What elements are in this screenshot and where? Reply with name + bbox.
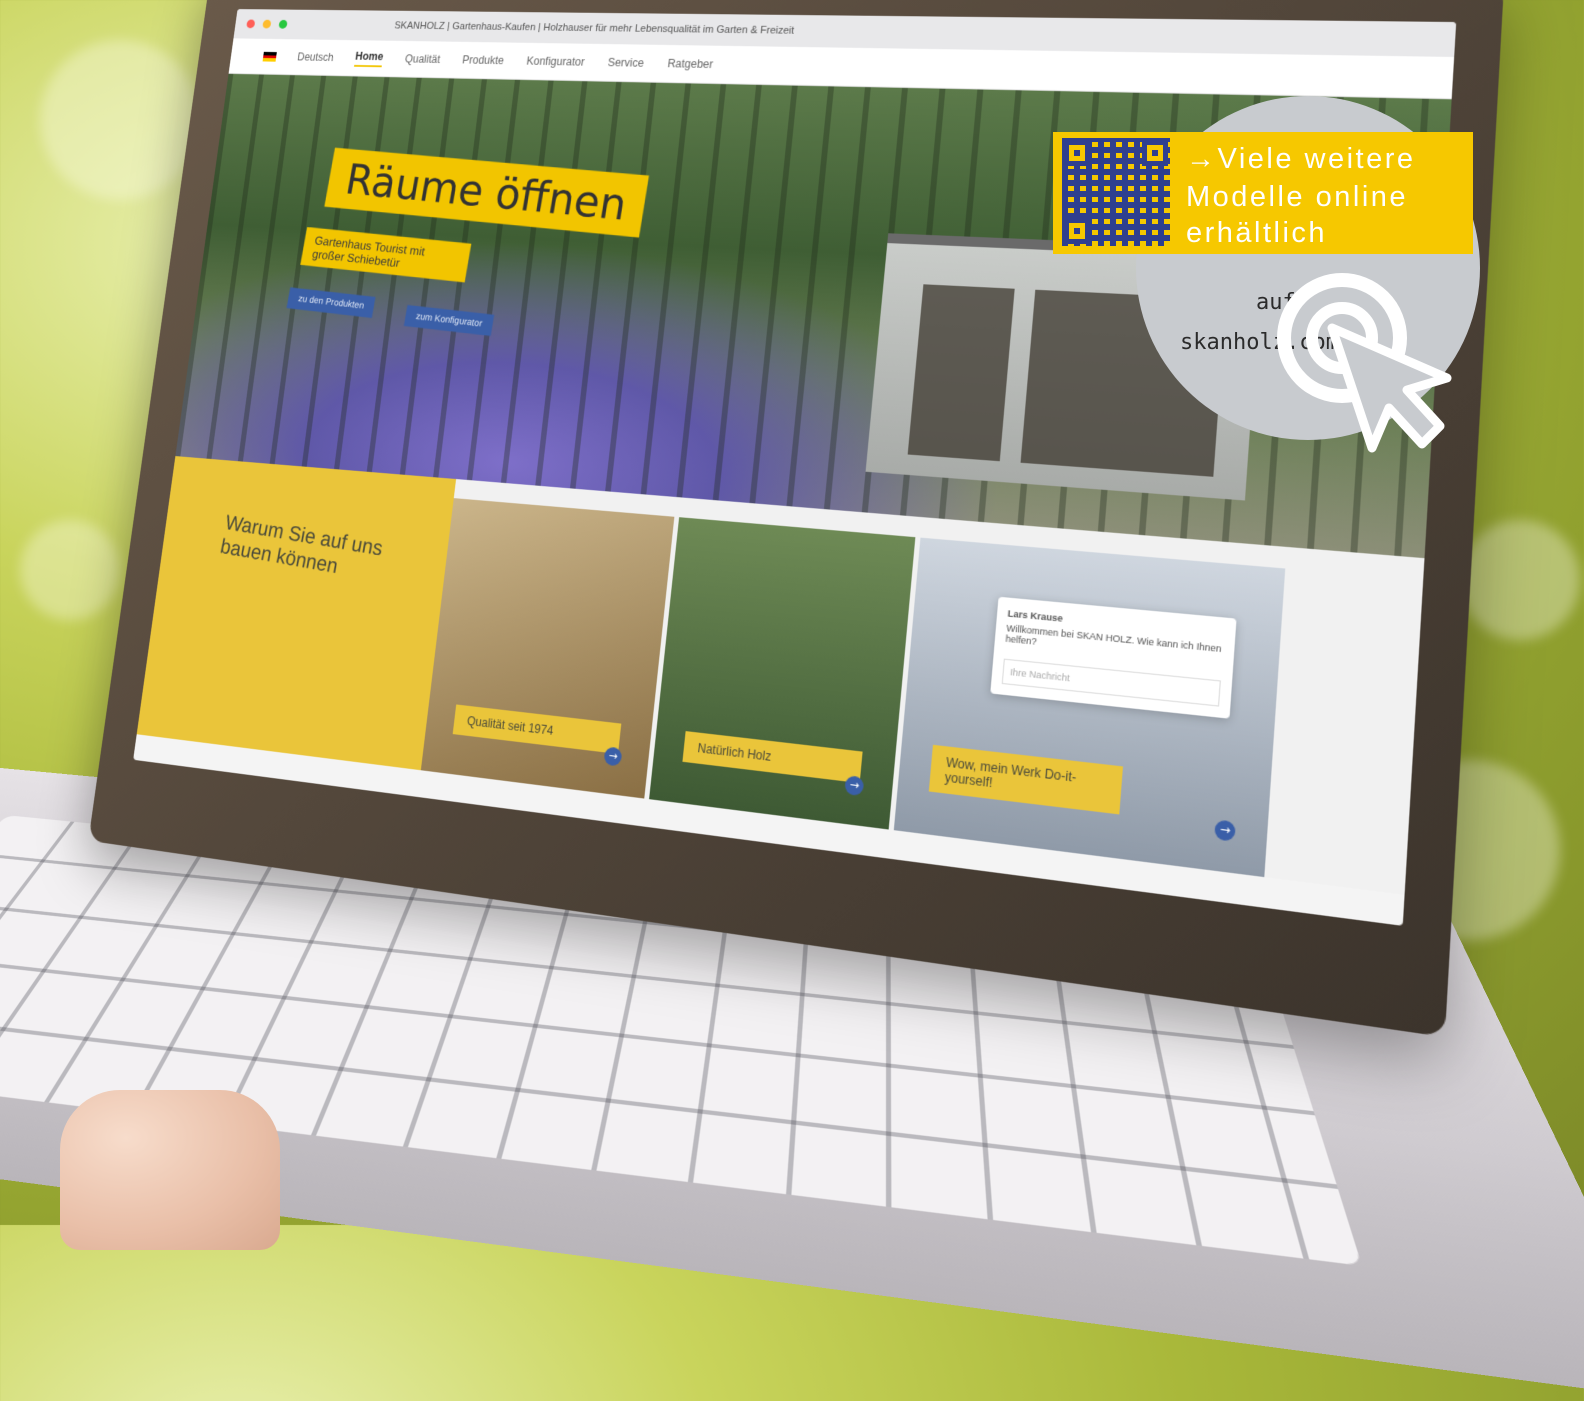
- promo-line-2: Modelle online: [1186, 181, 1409, 213]
- nav-item-qualitaet[interactable]: Qualität: [404, 53, 441, 66]
- arrow-right-icon[interactable]: →: [1214, 819, 1236, 842]
- tile-label: Wow, mein Werk Do-it-yourself!: [928, 744, 1123, 815]
- qr-code-icon[interactable]: [1062, 138, 1170, 246]
- hand-fingers: [60, 1090, 280, 1250]
- nav-item-ratgeber[interactable]: Ratgeber: [667, 57, 714, 71]
- window-maximize-icon[interactable]: [278, 19, 288, 29]
- tile-label: Qualität seit 1974: [452, 704, 622, 754]
- browser-tab-title[interactable]: SKANHOLZ | Gartenhaus-Kaufen | Holzhause…: [394, 20, 795, 36]
- bokeh-light: [1460, 520, 1580, 640]
- nav-item-produkte[interactable]: Produkte: [462, 54, 505, 67]
- why-heading: Warum Sie auf uns bauen können: [218, 510, 385, 579]
- nav-item-home[interactable]: Home: [354, 49, 385, 67]
- bokeh-light: [40, 40, 200, 200]
- tile-quality[interactable]: Qualität seit 1974 →: [420, 498, 675, 799]
- promo-line-3: erhältlich: [1186, 217, 1328, 249]
- tile-diy[interactable]: Wow, mein Werk Do-it-yourself! → Lars Kr…: [893, 537, 1286, 878]
- chat-input[interactable]: Ihre Nachricht: [1001, 658, 1221, 707]
- nav-item-service[interactable]: Service: [607, 56, 645, 70]
- qr-finder: [1064, 140, 1090, 166]
- arrow-right-icon[interactable]: →: [844, 775, 865, 797]
- window-close-icon[interactable]: [246, 19, 256, 29]
- chat-widget: Lars Krause Willkommen bei SKAN HOLZ. Wi…: [990, 596, 1237, 719]
- tile-label: Natürlich Holz: [682, 731, 863, 784]
- why-panel: Warum Sie auf uns bauen können: [136, 456, 457, 771]
- qr-finder: [1142, 140, 1168, 166]
- bokeh-light: [20, 520, 120, 620]
- arrow-right-icon[interactable]: →: [603, 746, 623, 767]
- region-selector[interactable]: Deutsch: [297, 51, 335, 64]
- target-cursor-icon: [1277, 273, 1452, 453]
- window-minimize-icon[interactable]: [262, 19, 272, 29]
- tile-wood[interactable]: Natürlich Holz →: [649, 517, 916, 830]
- promo-line-1: →Viele weitere: [1186, 143, 1416, 175]
- qr-finder: [1064, 218, 1090, 244]
- flag-de-icon: [262, 51, 277, 62]
- nav-item-konfigurator[interactable]: Konfigurator: [526, 55, 585, 69]
- house-window: [907, 284, 1015, 462]
